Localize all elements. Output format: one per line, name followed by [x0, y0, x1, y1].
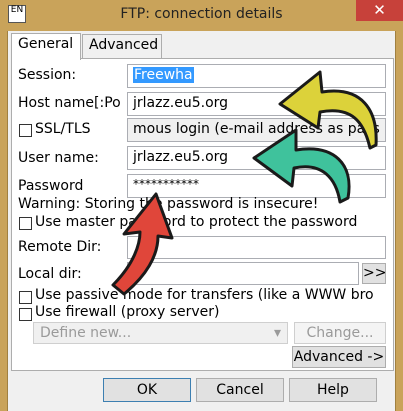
- red-arrow-icon: [111, 192, 174, 296]
- tab-general[interactable]: General: [11, 33, 81, 60]
- annotation-arrows: [111, 70, 378, 296]
- teal-arrow-icon: [252, 128, 351, 204]
